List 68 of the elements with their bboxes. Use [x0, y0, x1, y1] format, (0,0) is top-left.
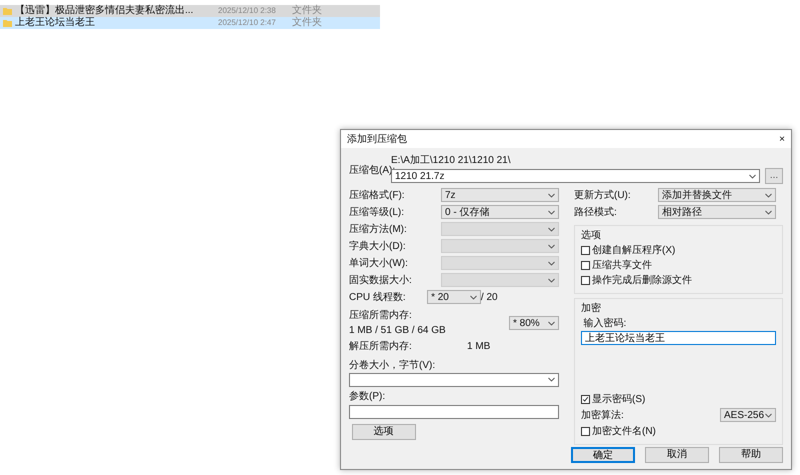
checkbox-label[interactable]: 操作完成后删除源文件	[592, 272, 692, 288]
chevron-down-icon	[548, 260, 555, 266]
window-title: 添加到压缩包	[347, 132, 407, 146]
close-button[interactable]: ×	[779, 132, 785, 146]
file-name: 【迅雷】极品泄密多情侣夫妻私密流出...	[15, 5, 194, 16]
file-name: 上老王论坛当老王	[15, 17, 96, 29]
thread-count: / 20	[480, 290, 499, 304]
chevron-down-icon	[548, 278, 555, 282]
field-label: 路径模式:	[574, 206, 618, 220]
chevron-down-icon	[470, 294, 477, 300]
field-label: 单词大小(W):	[349, 256, 409, 270]
dialog-button[interactable]: 确定	[571, 447, 635, 463]
memory-value: 1 MB	[467, 340, 492, 354]
field-label: 加密算法:	[581, 408, 625, 422]
field-label: 字典大小(D):	[349, 240, 407, 254]
archive-path: E:\A加工\1210 21\1210 21\	[391, 154, 512, 166]
checkbox[interactable]	[581, 394, 590, 404]
group-title: 加密	[581, 302, 602, 316]
dropdown[interactable]: 7z	[441, 188, 559, 202]
combo-field[interactable]	[349, 372, 559, 386]
field-label: 更新方式(U):	[574, 188, 632, 202]
field-label: 解压所需内存:	[349, 340, 413, 354]
checkbox-label[interactable]: 显示密码(S)	[592, 392, 646, 406]
field-label: 压缩方法(M):	[349, 222, 408, 236]
checkbox-label[interactable]: 压缩共享文件	[592, 258, 652, 272]
chevron-down-icon	[749, 174, 756, 178]
group-title: 选项	[581, 228, 602, 242]
field-label: 压缩等级(L):	[349, 206, 405, 220]
chevron-down-icon	[548, 226, 555, 232]
dialog-button[interactable]: 取消	[645, 447, 709, 463]
chevron-down-icon	[765, 192, 772, 198]
field-label: 压缩所需内存:	[349, 308, 413, 323]
password-field[interactable]: 上老王论坛当老王	[581, 331, 776, 345]
field-label: 参数(P):	[349, 390, 386, 404]
chevron-down-icon	[765, 412, 772, 418]
chevron-down-icon	[548, 244, 555, 248]
dropdown[interactable]: 添加并替换文件	[658, 188, 776, 202]
field-label: 固实数据大小:	[349, 274, 413, 288]
file-date: 2025/12/10 2:38	[218, 5, 277, 17]
field-label: CPU 线程数:	[349, 290, 407, 304]
archive-name-combo[interactable]: 1210 21.7z	[391, 169, 760, 183]
file-row[interactable]: 上老王论坛当老王 2025/12/10 2:47 文件夹	[0, 17, 380, 29]
checkbox[interactable]	[581, 426, 590, 436]
options-button[interactable]: 选项	[352, 424, 416, 440]
chevron-down-icon	[548, 320, 555, 326]
file-row[interactable]: 【迅雷】极品泄密多情侣夫妻私密流出... 2025/12/10 2:38 文件夹	[0, 5, 380, 17]
checkbox-label[interactable]: 加密文件名(N)	[592, 424, 656, 438]
chevron-down-icon	[765, 210, 772, 214]
dropdown[interactable]: 相对路径	[658, 205, 776, 219]
checkbox-label[interactable]: 创建自解压程序(X)	[592, 242, 676, 258]
file-type: 文件夹	[292, 17, 322, 29]
file-date: 2025/12/10 2:47	[218, 17, 277, 29]
memory-usage: 1 MB / 51 GB / 64 GB	[349, 324, 446, 338]
chevron-down-icon	[548, 210, 555, 214]
checkbox[interactable]	[581, 246, 590, 254]
dialog-button[interactable]: 帮助	[719, 447, 783, 463]
dropdown[interactable]: 0 - 仅存储	[441, 205, 559, 219]
checkbox[interactable]	[581, 260, 590, 270]
dropdown[interactable]: * 20	[427, 290, 481, 304]
dropdown[interactable]: * 80%	[509, 316, 559, 330]
field-label: 分卷大小，字节(V):	[349, 358, 436, 372]
field-label: 压缩格式(F):	[349, 188, 406, 202]
checkbox[interactable]	[581, 276, 590, 284]
input-field[interactable]	[349, 404, 559, 418]
file-type: 文件夹	[292, 5, 322, 16]
chevron-down-icon	[548, 192, 555, 198]
dropdown[interactable]: AES-256	[720, 408, 776, 422]
field-label: 输入密码:	[584, 316, 628, 330]
